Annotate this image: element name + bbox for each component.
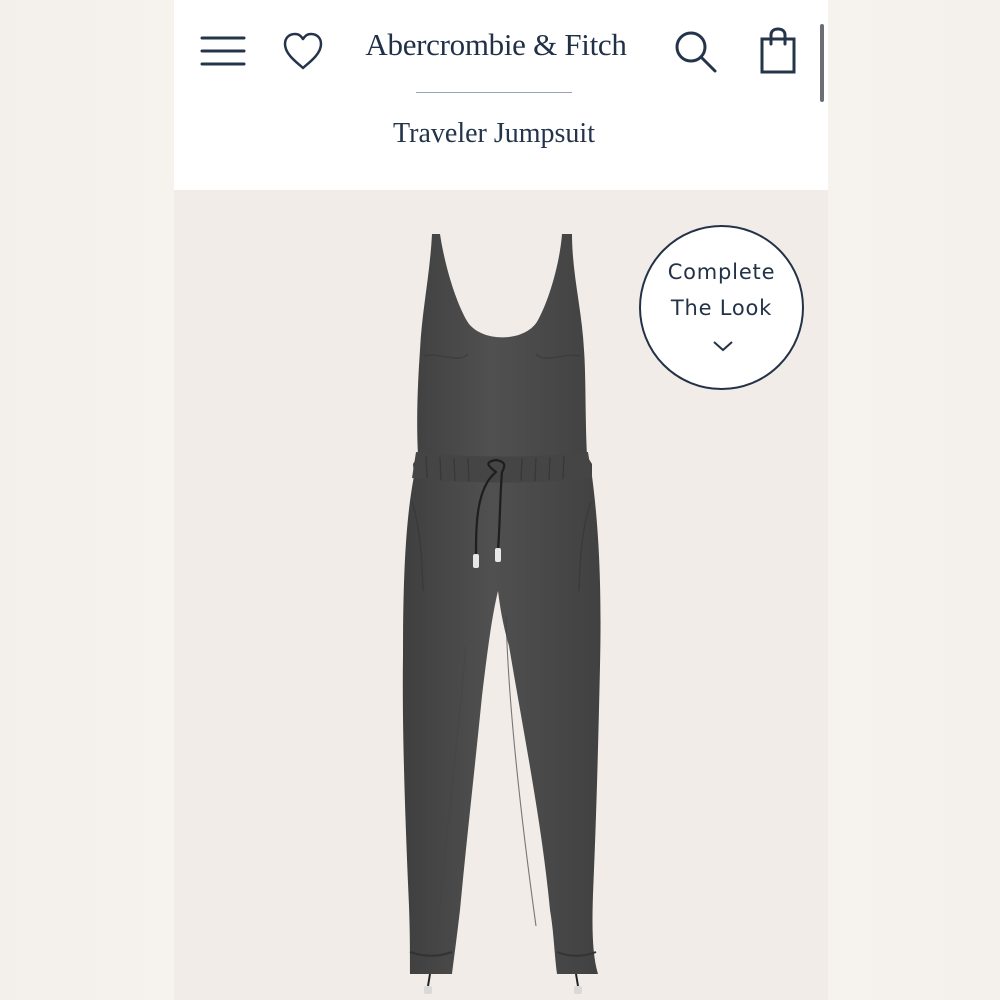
menu-button[interactable] [200,30,246,72]
ankle-toggle-left [424,986,432,994]
screen: Abercrombie & Fitch Traveler Jumpsuit Co… [0,0,1000,1000]
search-button[interactable] [672,28,720,76]
ankle-toggles [427,973,579,987]
product-title: Traveler Jumpsuit [393,118,595,149]
mobile-page: Abercrombie & Fitch Traveler Jumpsuit Co… [174,0,828,1000]
product-image-area: Complete The Look [174,190,828,1000]
site-header: Abercrombie & Fitch Traveler Jumpsuit [174,0,828,190]
complete-look-line1: Complete [667,260,776,284]
chevron-down-icon [713,341,733,352]
jumpsuit-body [402,234,601,974]
drawstring-tip-right [495,548,501,562]
drawstring-tip-left [473,554,479,568]
search-icon [675,31,717,73]
heart-icon [283,32,323,70]
brand-logo[interactable]: Abercrombie & Fitch [334,27,658,63]
scrollbar[interactable] [820,24,824,102]
wishlist-button[interactable] [280,30,326,72]
shopping-bag-icon [760,27,796,74]
hamburger-menu-icon [200,36,246,66]
complete-the-look-button[interactable]: Complete The Look [639,225,804,390]
complete-look-line2: The Look [670,296,773,320]
brand-divider [416,92,572,93]
shopping-bag-button[interactable] [754,26,802,76]
product-image[interactable] [372,226,632,1000]
ankle-toggle-right [574,986,582,994]
